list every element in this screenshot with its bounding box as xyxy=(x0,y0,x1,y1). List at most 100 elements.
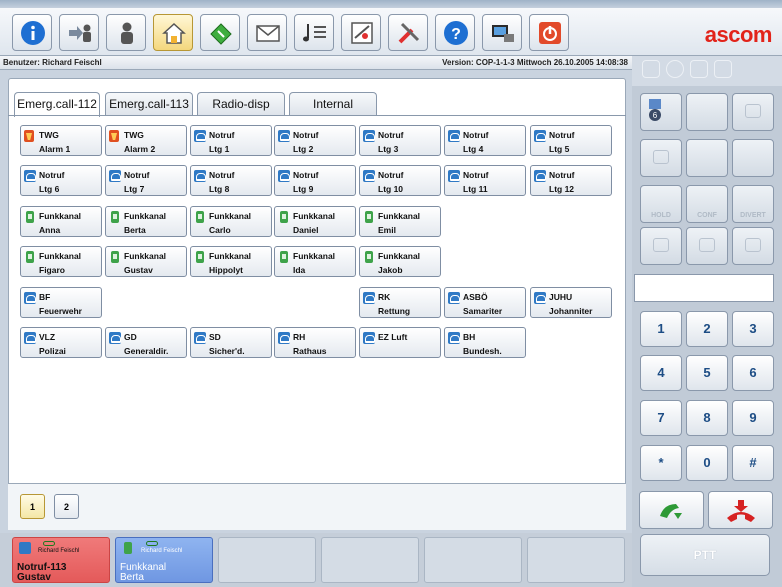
radio-icon xyxy=(280,211,288,223)
bell-button[interactable] xyxy=(732,93,774,131)
mail-icon xyxy=(256,25,280,42)
user-button[interactable] xyxy=(106,14,146,51)
settings-button[interactable] xyxy=(341,14,381,51)
phone-icon xyxy=(363,292,375,304)
function-key[interactable]: Funkkanal Anna xyxy=(20,206,102,237)
phone-icon xyxy=(19,542,31,554)
radio-icon xyxy=(26,251,34,263)
side-button-blank-2[interactable] xyxy=(686,139,728,177)
function-key[interactable]: Notruf Ltg 9 xyxy=(274,165,356,196)
call-slot[interactable] xyxy=(321,537,419,583)
call-slot[interactable] xyxy=(218,537,316,583)
dial-display[interactable] xyxy=(634,274,774,302)
mail-button[interactable] xyxy=(247,14,287,51)
divert-button[interactable]: DIVERT xyxy=(732,185,774,223)
function-key[interactable]: Notruf Ltg 12 xyxy=(530,165,612,196)
function-key[interactable]: Funkkanal Figaro xyxy=(20,246,102,277)
home-button[interactable] xyxy=(153,14,193,51)
monitor-button[interactable] xyxy=(482,14,522,51)
function-key[interactable]: BH Bundesh. xyxy=(444,327,526,358)
function-key[interactable]: Funkkanal Daniel xyxy=(274,206,356,237)
key-label-line1: Funkkanal xyxy=(378,211,421,221)
keypad-5[interactable]: 5 xyxy=(686,355,728,391)
keypad-3[interactable]: 3 xyxy=(732,311,774,347)
function-key[interactable]: Funkkanal Hippolyt xyxy=(190,246,272,277)
info-button[interactable] xyxy=(12,14,52,51)
keypad-4[interactable]: 4 xyxy=(640,355,682,391)
function-key[interactable]: VLZ Polizai xyxy=(20,327,102,358)
function-key[interactable]: BF Feuerwehr xyxy=(20,287,102,318)
conf-button[interactable]: CONF xyxy=(686,185,728,223)
function-key[interactable]: Notruf Ltg 10 xyxy=(359,165,441,196)
function-key[interactable]: TWG Alarm 1 xyxy=(20,125,102,156)
keypad-0[interactable]: 0 xyxy=(686,445,728,481)
side-button-blank-1[interactable] xyxy=(686,93,728,131)
radio-icon xyxy=(111,211,119,223)
function-key[interactable]: RK Rettung xyxy=(359,287,441,318)
keypad-9[interactable]: 9 xyxy=(732,400,774,436)
backspace-button[interactable] xyxy=(686,227,728,265)
phone-icon xyxy=(363,170,375,182)
tools-button[interactable] xyxy=(388,14,428,51)
function-key[interactable]: Notruf Ltg 8 xyxy=(190,165,272,196)
function-key[interactable]: Notruf Ltg 4 xyxy=(444,125,526,156)
function-key[interactable]: GD Generaldir. xyxy=(105,327,187,358)
keypad-1[interactable]: 1 xyxy=(640,311,682,347)
key-label-line2: Bundesh. xyxy=(463,346,502,356)
power-button[interactable] xyxy=(529,14,569,51)
keypad-7[interactable]: 7 xyxy=(640,400,682,436)
music-list-button[interactable] xyxy=(294,14,334,51)
call-slot[interactable]: Richard Feischl Notruf-113 Gustav xyxy=(12,537,110,583)
function-key[interactable]: RH Rathaus xyxy=(274,327,356,358)
keypad-hash[interactable]: # xyxy=(732,445,774,481)
function-key[interactable]: Funkkanal Carlo xyxy=(190,206,272,237)
keypad-6[interactable]: 6 xyxy=(732,355,774,391)
function-key[interactable]: Funkkanal Berta xyxy=(105,206,187,237)
queue-badge-button[interactable]: 6 xyxy=(640,93,682,131)
function-key[interactable]: Notruf Ltg 7 xyxy=(105,165,187,196)
tab-3[interactable]: Internal xyxy=(289,92,377,116)
function-key[interactable]: Notruf Ltg 5 xyxy=(530,125,612,156)
ring-button[interactable] xyxy=(640,139,682,177)
function-key[interactable]: Notruf Ltg 6 xyxy=(20,165,102,196)
tab-0[interactable]: Emerg.call-112 xyxy=(14,92,100,117)
function-key[interactable]: Funkkanal Jakob xyxy=(359,246,441,277)
call-slot[interactable]: Richard Feischl Funkkanal Berta xyxy=(115,537,213,583)
phone-icon xyxy=(534,170,546,182)
function-key[interactable]: Notruf Ltg 1 xyxy=(190,125,272,156)
function-key[interactable]: Funkkanal Emil xyxy=(359,206,441,237)
function-key[interactable]: Notruf Ltg 11 xyxy=(444,165,526,196)
key-label-line1: RK xyxy=(378,292,391,302)
function-key[interactable]: JUHU Johanniter xyxy=(530,287,612,318)
key-label-line1: RH xyxy=(293,332,306,342)
help-button[interactable]: ? xyxy=(435,14,475,51)
hangup-call-button[interactable] xyxy=(708,491,773,529)
page-button-2[interactable]: 2 xyxy=(54,494,79,519)
keypad-8[interactable]: 8 xyxy=(686,400,728,436)
book-button[interactable] xyxy=(200,14,240,51)
function-key[interactable]: Funkkanal Ida xyxy=(274,246,356,277)
transfer-button[interactable] xyxy=(59,14,99,51)
hold-button[interactable]: HOLD xyxy=(640,185,682,223)
function-key[interactable]: EZ Luft xyxy=(359,327,441,358)
keypad-star[interactable]: * xyxy=(640,445,682,481)
info-bar: Benutzer: Richard Feischl Version: COP-1… xyxy=(0,56,632,70)
function-key[interactable]: ASBÖ Samariter xyxy=(444,287,526,318)
tab-2[interactable]: Radio-disp xyxy=(197,92,285,116)
function-key[interactable]: Notruf Ltg 3 xyxy=(359,125,441,156)
function-key[interactable]: SD Sicher'd. xyxy=(190,327,272,358)
answer-call-button[interactable] xyxy=(639,491,704,529)
function-key[interactable]: Notruf Ltg 2 xyxy=(274,125,356,156)
ptt-button[interactable]: PTT xyxy=(640,534,770,576)
keypad-2[interactable]: 2 xyxy=(686,311,728,347)
scroll-down-button[interactable] xyxy=(732,227,774,265)
tab-1[interactable]: Emerg.call-113 xyxy=(105,92,193,116)
scroll-up-button[interactable] xyxy=(640,227,682,265)
function-key[interactable]: Funkkanal Gustav xyxy=(105,246,187,277)
key-label-line2: Ltg 8 xyxy=(209,184,230,194)
page-button-1[interactable]: 1 xyxy=(20,494,45,519)
call-slot[interactable] xyxy=(527,537,625,583)
function-key[interactable]: TWG Alarm 2 xyxy=(105,125,187,156)
side-button-blank-3[interactable] xyxy=(732,139,774,177)
call-slot[interactable] xyxy=(424,537,522,583)
